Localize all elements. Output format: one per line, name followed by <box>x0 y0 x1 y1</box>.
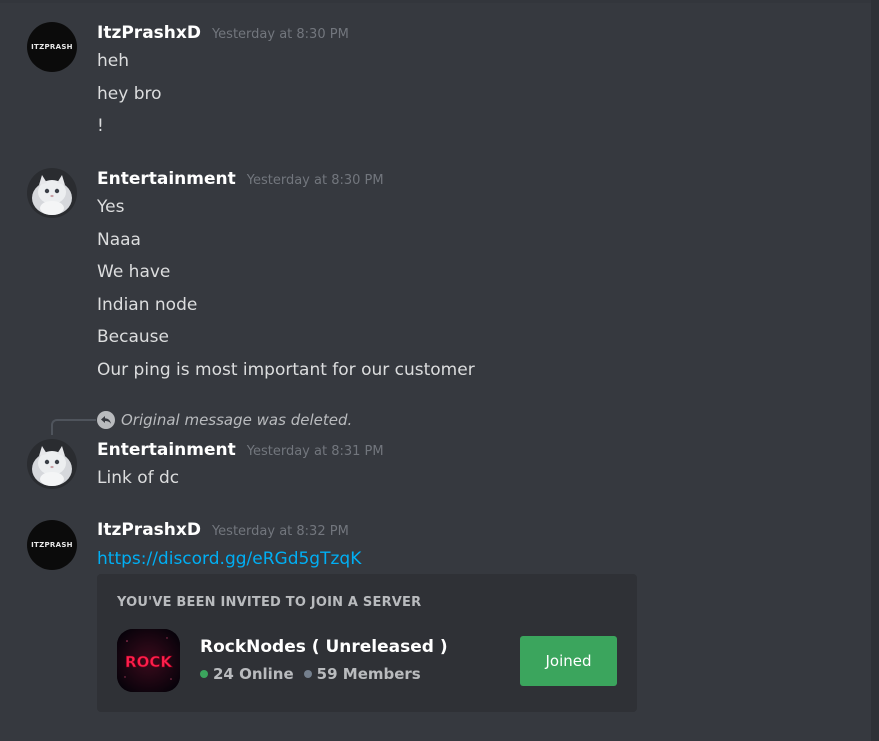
avatar[interactable] <box>27 439 77 489</box>
timestamp: Yesterday at 8:30 PM <box>211 27 349 42</box>
avatar[interactable] <box>27 168 77 218</box>
server-logo-text: ROCK <box>125 653 173 671</box>
top-edge <box>0 0 879 3</box>
username[interactable]: ItzPrashxD <box>97 520 201 540</box>
avatar[interactable]: ITZPRASH <box>27 22 77 72</box>
server-logo-image: ROCK <box>117 629 180 692</box>
server-stats: 24 Online 59 Members <box>200 665 421 683</box>
server-name[interactable]: RockNodes ( Unreleased ) <box>200 637 448 657</box>
message-text: https://discord.gg/eRGd5gTzqK <box>97 548 361 570</box>
message-text: Link of dc <box>97 468 180 488</box>
member-count: 59 Members <box>316 665 421 683</box>
message-header: Entertainment Yesterday at 8:31 PM <box>97 440 384 462</box>
scrollbar-track[interactable] <box>871 0 879 741</box>
timestamp: Yesterday at 8:31 PM <box>246 444 384 459</box>
username[interactable]: ItzPrashxD <box>97 23 201 43</box>
message-text: hey bro <box>97 84 162 104</box>
message-text: Yes <box>97 197 125 217</box>
timestamp: Yesterday at 8:32 PM <box>211 524 349 539</box>
joined-button[interactable]: Joined <box>520 636 617 686</box>
cat-avatar-image <box>27 439 77 489</box>
message-header: ItzPrashxD Yesterday at 8:30 PM <box>97 23 349 45</box>
online-count: 24 Online <box>213 665 294 683</box>
message-text: Indian node <box>97 295 198 315</box>
avatar-text: ITZPRASH <box>31 541 73 549</box>
avatar-text: ITZPRASH <box>31 43 73 51</box>
reply-arrow-icon <box>97 411 115 429</box>
message-header: ItzPrashxD Yesterday at 8:32 PM <box>97 520 349 542</box>
reply-connector <box>51 419 96 435</box>
reply-reference[interactable]: Original message was deleted. <box>97 411 352 429</box>
invite-link[interactable]: https://discord.gg/eRGd5gTzqK <box>97 549 361 569</box>
message-text: ! <box>97 116 104 136</box>
timestamp: Yesterday at 8:30 PM <box>246 173 384 188</box>
online-dot-icon <box>200 670 208 678</box>
message-text: We have <box>97 262 171 282</box>
cat-avatar-image <box>27 168 77 218</box>
message-text: heh <box>97 51 130 71</box>
server-icon[interactable]: ROCK <box>117 629 180 692</box>
server-invite-card: YOU'VE BEEN INVITED TO JOIN A SERVER ROC… <box>97 574 637 712</box>
invite-heading: YOU'VE BEEN INVITED TO JOIN A SERVER <box>117 595 422 610</box>
username[interactable]: Entertainment <box>97 440 236 460</box>
message-text: Because <box>97 327 169 347</box>
username[interactable]: Entertainment <box>97 169 236 189</box>
message-header: Entertainment Yesterday at 8:30 PM <box>97 169 384 191</box>
message-text: Our ping is most important for our custo… <box>97 360 475 380</box>
members-dot-icon <box>303 670 312 678</box>
reply-text: Original message was deleted. <box>121 411 353 429</box>
message-text: Naaa <box>97 230 141 250</box>
avatar[interactable]: ITZPRASH <box>27 520 77 570</box>
